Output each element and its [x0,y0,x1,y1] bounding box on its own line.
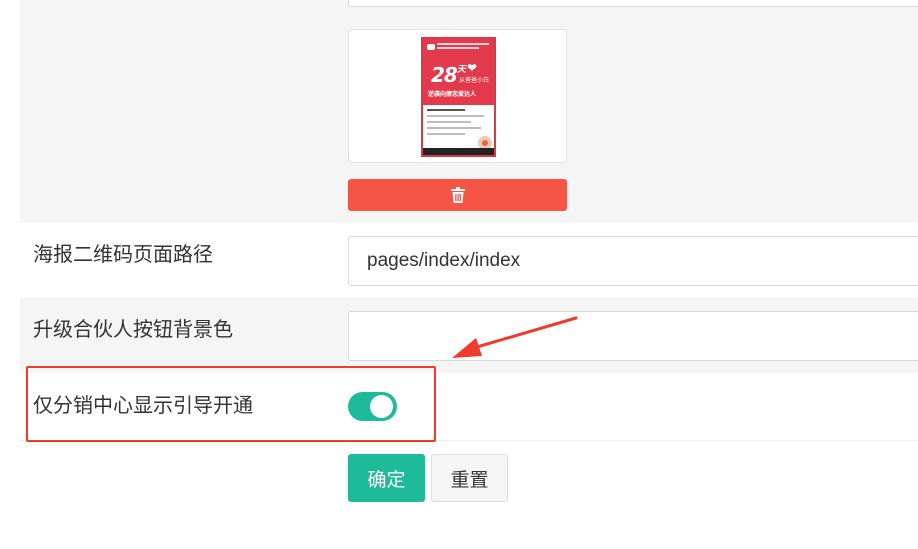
settings-form: 28天 ❤ 从爸爸小白 逆袭向撩恋爱达人 海报二维码页面路径 pages/ind… [0,0,918,549]
confirm-button[interactable]: 确定 [348,454,425,502]
reset-button[interactable]: 重置 [431,454,508,502]
